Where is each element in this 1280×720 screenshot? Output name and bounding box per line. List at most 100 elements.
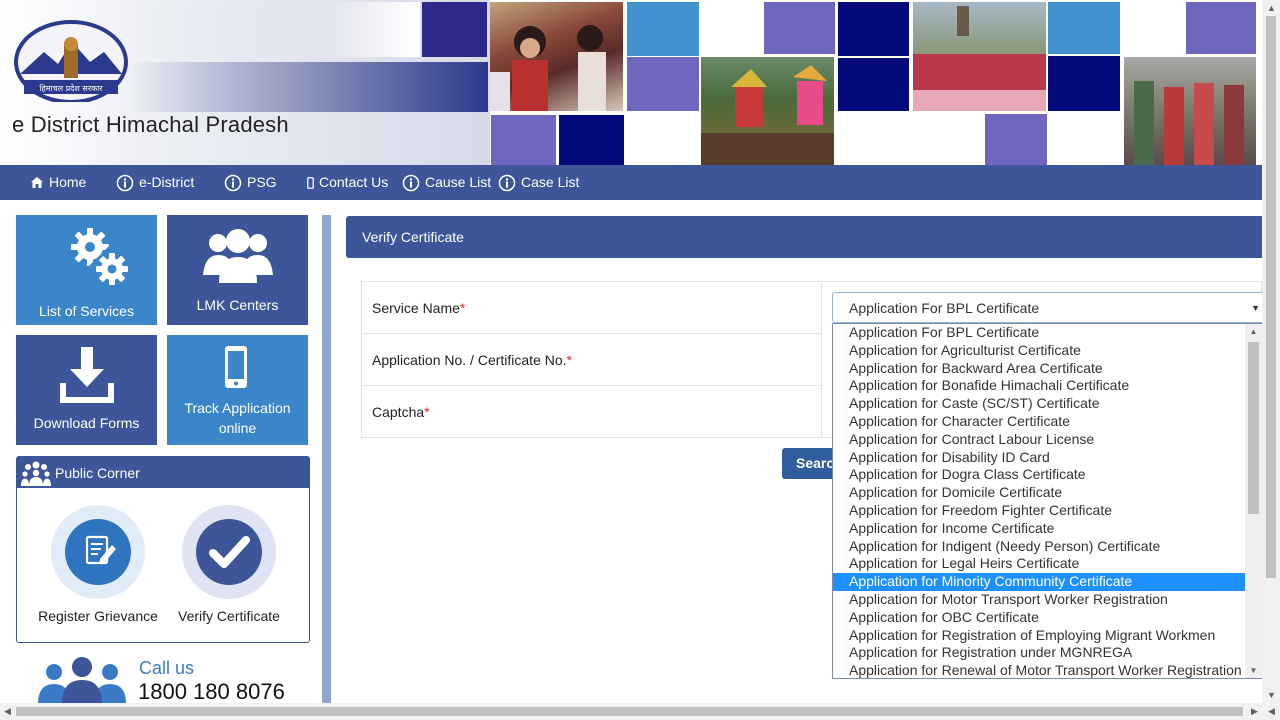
nav-label: Cause List: [425, 174, 492, 190]
nav-cause-list[interactable]: Cause List: [402, 165, 491, 200]
required-marker: *: [566, 352, 572, 368]
window-vertical-scrollbar[interactable]: ▲ ▼: [1262, 0, 1280, 703]
dropdown-option[interactable]: Application for OBC Certificate: [833, 609, 1246, 627]
public-corner-title: Public Corner: [55, 464, 140, 481]
header-photo-festival: [701, 57, 834, 165]
dropdown-option[interactable]: Application for Registration of Employin…: [833, 627, 1246, 645]
dropdown-option[interactable]: Application for Caste (SC/ST) Certificat…: [833, 395, 1246, 413]
dropdown-option[interactable]: Application for Domicile Certificate: [833, 484, 1246, 502]
dropdown-option[interactable]: Application for Dogra Class Certificate: [833, 466, 1246, 484]
dropdown-option[interactable]: Application for Income Certificate: [833, 520, 1246, 538]
scroll-left-icon[interactable]: ◀: [1268, 706, 1275, 717]
dropdown-scrollbar[interactable]: ▲ ▼: [1245, 324, 1262, 678]
dropdown-option[interactable]: Application for Legal Heirs Certificate: [833, 555, 1246, 573]
nav-e-district[interactable]: e-District: [116, 165, 194, 200]
register-grievance-link[interactable]: Register Grievance: [29, 504, 167, 634]
select-value: Application For BPL Certificate: [849, 300, 1040, 316]
header-tile: [838, 58, 909, 111]
call-us-block: Call us 1800 180 8076: [36, 654, 326, 704]
gears-icon: [71, 228, 128, 285]
main-nav: Home e-District PSG Contact Us Cause Lis…: [0, 165, 1262, 200]
dropdown-option[interactable]: Application for Character Certificate: [833, 413, 1246, 431]
field-label: Captcha: [372, 404, 425, 420]
header-tile: [559, 115, 624, 165]
dropdown-option[interactable]: Application for Registration under MGNRE…: [833, 644, 1246, 662]
nav-label: Home: [49, 174, 87, 190]
dropdown-option[interactable]: Application For BPL Certificate: [833, 324, 1246, 342]
register-grievance-label: Register Grievance: [38, 608, 158, 624]
check-icon: [182, 505, 276, 599]
header-tile: [1048, 56, 1120, 111]
header-tile: [422, 2, 487, 57]
dropdown-option[interactable]: Application for Bonafide Himachali Certi…: [833, 377, 1246, 395]
download-icon: [60, 347, 114, 403]
tile-track-application[interactable]: Track Application online: [167, 335, 308, 445]
header-tile: [491, 115, 556, 165]
column-divider: [322, 215, 331, 705]
dropdown-option[interactable]: Application for Freedom Fighter Certific…: [833, 502, 1246, 520]
horizontal-scroll-thumb[interactable]: [16, 707, 1243, 716]
header-tile: [627, 57, 699, 111]
tile-label-line2: online: [218, 420, 257, 436]
field-label: Application No. / Certificate No.: [372, 352, 567, 368]
nav-contact-us[interactable]: Contact Us: [307, 165, 388, 200]
service-dropdown-list[interactable]: Application For BPL Certificate Applicati…: [832, 323, 1263, 679]
vertical-scroll-thumb[interactable]: [1266, 16, 1276, 578]
dropdown-option[interactable]: Application for Agriculturist Certificat…: [833, 342, 1246, 360]
tile-lmk-centers[interactable]: LMK Centers: [167, 215, 308, 325]
people-icon: [21, 461, 51, 486]
group-icon: [203, 229, 273, 283]
header-tile: [1186, 2, 1256, 54]
info-icon: [498, 174, 516, 192]
phone-icon: [307, 176, 314, 189]
logo-caption: हिमाचल प्रदेश सरकार: [39, 83, 103, 93]
verify-certificate-link[interactable]: Verify Certificate: [172, 504, 286, 634]
service-name-row: Service Name*: [362, 282, 822, 334]
dropdown-option[interactable]: Application for Minority Community Certi…: [833, 573, 1246, 591]
caret-down-icon: ▼: [1251, 303, 1260, 313]
tile-label: Download Forms: [33, 415, 140, 431]
tile-label-line1: Track Application: [184, 400, 291, 416]
service-name-select[interactable]: Application For BPL Certificate ▼: [832, 292, 1267, 323]
edit-icon: [51, 505, 145, 599]
nav-case-list[interactable]: Case List: [498, 165, 579, 200]
header-tile: [985, 114, 1047, 165]
support-team-icon: [38, 654, 126, 704]
application-no-row: Application No. / Certificate No.*: [362, 334, 822, 386]
scroll-left-icon[interactable]: ◀: [4, 706, 11, 717]
nav-label: e-District: [139, 174, 195, 190]
header-tile: [1048, 2, 1120, 54]
dropdown-option[interactable]: Application for Indigent (Needy Person) …: [833, 538, 1246, 556]
dropdown-option[interactable]: Application for Motor Transport Worker R…: [833, 591, 1246, 609]
dropdown-scroll-thumb[interactable]: [1248, 342, 1259, 514]
home-icon: [30, 176, 44, 189]
public-corner-panel: Public Corner Register Grievance Verify …: [16, 456, 310, 643]
nav-psg[interactable]: PSG: [224, 165, 277, 200]
nav-home[interactable]: Home: [30, 165, 86, 200]
header-photo-dancers: [490, 2, 623, 111]
scroll-right-icon[interactable]: ▶: [1251, 706, 1258, 717]
call-us-title: Call us: [139, 658, 195, 678]
tile-download-forms[interactable]: Download Forms: [16, 335, 157, 445]
dropdown-option[interactable]: Application for Disability ID Card: [833, 449, 1246, 467]
header-tile: [627, 2, 699, 56]
info-icon: [116, 174, 134, 192]
dropdown-option[interactable]: Application for Renewal of Motor Transpo…: [833, 662, 1246, 678]
captcha-row: Captcha*: [362, 386, 822, 438]
scroll-down-icon[interactable]: ▼: [1267, 690, 1276, 700]
call-us-number[interactable]: 1800 180 8076: [138, 679, 285, 705]
scroll-down-icon[interactable]: ▼: [1245, 666, 1262, 675]
dropdown-options: Application For BPL Certificate Applicati…: [833, 324, 1246, 678]
mobile-icon: [225, 346, 247, 388]
dropdown-option[interactable]: Application for Backward Area Certificat…: [833, 360, 1246, 378]
info-icon: [402, 174, 420, 192]
himachal-emblem-logo[interactable]: हिमाचल प्रदेश सरकार: [14, 18, 128, 102]
public-corner-header: Public Corner: [17, 457, 309, 488]
scroll-up-icon[interactable]: ▲: [1267, 3, 1276, 13]
verify-certificate-label: Verify Certificate: [178, 608, 280, 624]
header-photo-women: [1124, 57, 1256, 165]
dropdown-option[interactable]: Application for Contract Labour License: [833, 431, 1246, 449]
tile-list-of-services[interactable]: List of Services: [16, 215, 157, 325]
scroll-up-icon[interactable]: ▲: [1245, 327, 1262, 336]
window-horizontal-scrollbar[interactable]: ◀ ▶ ◀: [0, 703, 1280, 720]
